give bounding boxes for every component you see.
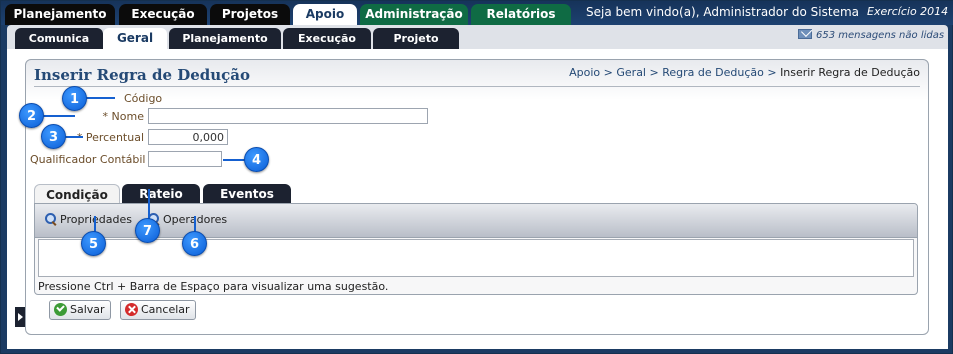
breadcrumb-separator: > [767,66,777,79]
sidebar-toggle-arrow-icon[interactable] [15,307,25,327]
propriedades-link[interactable]: Propriedades [45,213,132,226]
envelope-icon [798,29,812,39]
callout-2-line [39,115,75,117]
callout-2: 2 [19,103,44,128]
callout-5-line [94,216,96,232]
check-icon [54,303,67,316]
cancel-icon [125,303,138,316]
welcome-text: Seja bem vindo(a), Administrador do Sist… [586,5,859,19]
unread-messages-text: 653 mensagens não lidas [816,30,945,41]
top-tab-relatorios[interactable]: Relatórios [471,4,571,25]
page-title: Inserir Regra de Dedução [34,66,251,84]
suggestion-hint: Pressione Ctrl + Barra de Espaço para vi… [38,280,389,293]
callout-1-line [85,97,115,99]
callout-4: 4 [244,147,269,172]
top-tab-administracao[interactable]: Administração [360,4,468,25]
exercicio-label: Exercício 2014 [867,5,949,18]
top-tab-apoio[interactable]: Apoio [293,4,357,25]
breadcrumb-regra-deducao[interactable]: Regra de Dedução [662,66,764,79]
magnifier-icon [45,213,57,225]
callout-6: 6 [182,231,207,256]
cancel-button[interactable]: Cancelar [120,300,196,320]
operadores-link[interactable]: Operadores [148,213,227,226]
sub-tab-comunica[interactable]: Comunica [15,28,103,49]
save-button-label: Salvar [70,303,105,316]
condicao-tab-panel: Propriedades Operadores Pressione Ctrl +… [34,203,918,295]
title-divider [34,86,920,87]
tab-rateio[interactable]: Rateio [122,184,200,204]
nome-label: * Nome [102,110,144,123]
condition-expression-textarea[interactable] [38,239,914,277]
callout-4-line [223,159,245,161]
percentual-input[interactable] [148,129,228,145]
qualificador-contabil-label: Qualificador Contábil [30,153,146,166]
sub-tab-execucao[interactable]: Execução [283,28,371,49]
codigo-label: Código [124,92,163,105]
breadcrumb: Apoio > Geral > Regra de Dedução > Inser… [569,66,920,79]
tab-eventos[interactable]: Eventos [203,184,291,204]
top-navigation: Planejamento Execução Projetos Apoio Adm… [1,1,953,25]
callout-7: 7 [135,218,160,243]
callout-3: 3 [41,124,66,149]
sub-tab-geral[interactable]: Geral [103,28,167,49]
condicao-toolbar: Propriedades Operadores [35,204,917,238]
top-tab-planejamento[interactable]: Planejamento [5,4,115,25]
cancel-button-label: Cancelar [141,303,190,316]
callout-6-line [194,216,196,232]
top-tab-projetos[interactable]: Projetos [210,4,290,25]
breadcrumb-separator: > [649,66,659,79]
form-panel: Inserir Regra de Dedução Apoio > Geral >… [25,59,929,335]
callout-7-line [148,189,150,219]
callout-5: 5 [81,231,106,256]
callout-3-line [63,136,83,138]
breadcrumb-apoio[interactable]: Apoio [569,66,600,79]
sub-tab-projeto[interactable]: Projeto [373,28,459,49]
sub-tab-planejamento[interactable]: Planejamento [169,28,281,49]
breadcrumb-current: Inserir Regra de Dedução [780,66,920,79]
breadcrumb-geral[interactable]: Geral [616,66,646,79]
app-window: Planejamento Execução Projetos Apoio Adm… [0,0,953,354]
nome-input[interactable] [148,108,428,124]
top-tab-execucao[interactable]: Execução [119,4,207,25]
unread-messages-link[interactable]: 653 mensagens não lidas [798,28,944,44]
tab-condicao[interactable]: Condição [34,184,120,204]
breadcrumb-separator: > [603,66,613,79]
qualificador-contabil-input[interactable] [148,151,222,167]
callout-1: 1 [62,86,87,111]
save-button[interactable]: Salvar [49,300,111,320]
